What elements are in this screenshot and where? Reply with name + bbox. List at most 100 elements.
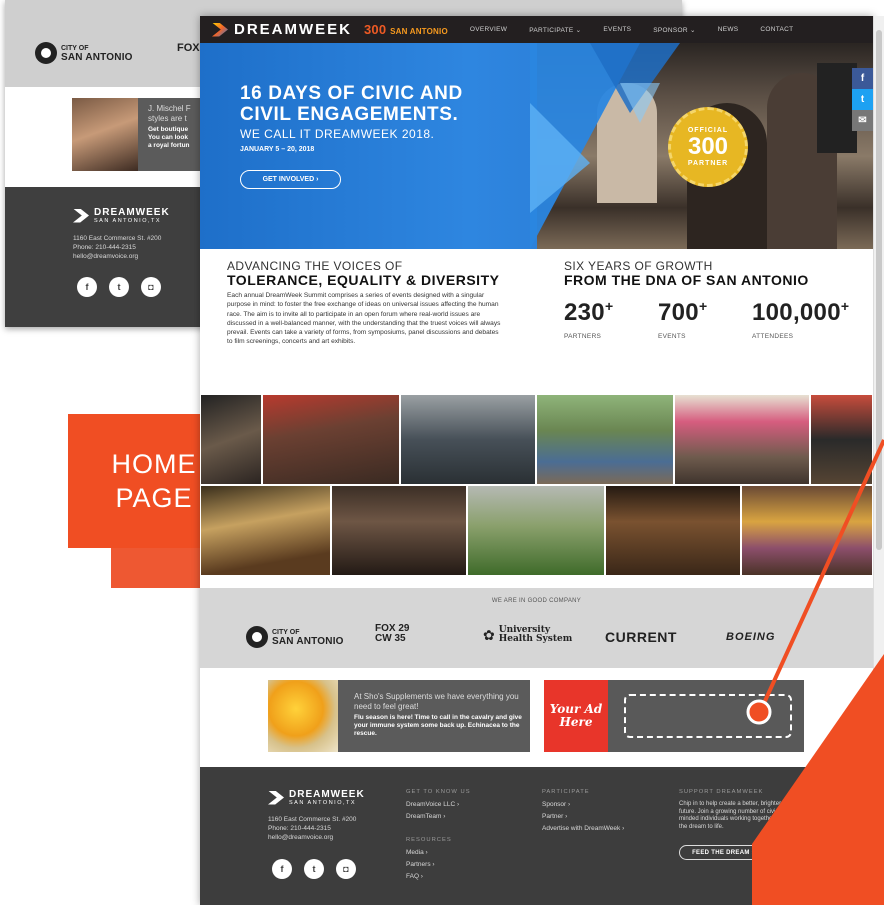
stat-attendees: 100,000+ ATTENDEES (752, 298, 849, 340)
event-photo[interactable] (605, 485, 741, 576)
dreamweek-chevron-icon (73, 208, 89, 223)
boeing-logo[interactable]: BOEING (726, 631, 775, 643)
footer-brand-sub: SAN ANTONIO,TX (289, 800, 357, 806)
official-partner-badge: OFFICIAL 300 PARTNER (668, 107, 748, 187)
your-ad-here-label: Your Ad Here (544, 680, 608, 752)
bg-email[interactable]: hello@dreamvoice.org (73, 252, 161, 261)
bg-city-logo-line2: SAN ANTONIO (61, 52, 133, 63)
footer-social-icons: f t ◘ (272, 859, 356, 879)
bg-phone: Phone: 210-444-2315 (73, 244, 136, 251)
hero-title-line2: CIVIL ENGAGEMENTS. (240, 104, 459, 125)
partner-logo-text: Health System (498, 634, 573, 644)
stat-value: 230 (564, 299, 605, 326)
footer-contact: 1160 East Commerce St. #200 Phone: 210-4… (268, 815, 356, 842)
nav-item-contact[interactable]: CONTACT (760, 26, 793, 34)
nav-item-sponsor[interactable]: SPONSOR ⌄ (653, 26, 695, 34)
footer-link[interactable]: Media › (406, 847, 471, 859)
supplements-ad-image (268, 680, 338, 752)
stat-plus: + (840, 298, 850, 314)
event-photo[interactable] (467, 485, 605, 576)
dreamweek-chevron-icon (212, 22, 228, 37)
instagram-icon[interactable]: ◘ (141, 277, 161, 297)
nav-menu: OVERVIEW PARTICIPATE ⌄ EVENTS SPONSOR ⌄ … (470, 26, 794, 34)
stat-events: 700+ EVENTS (658, 298, 707, 340)
label-line1: HOME (111, 449, 197, 479)
sa-300-text: SAN ANTONIO (390, 27, 448, 36)
sa-300-num: 300 (364, 22, 387, 37)
event-photo[interactable] (810, 394, 873, 485)
share-bar: f t ✉ (852, 68, 873, 131)
nav-brand: DREAMWEEK (234, 21, 352, 38)
stat-partners: 230+ PARTNERS (564, 298, 613, 340)
growth-heading-small: SIX YEARS OF GROWTH (564, 259, 713, 273)
shos-supplements-ad[interactable]: At Sho's Supplements we have everything … (268, 680, 530, 752)
about-heading-small: ADVANCING THE VOICES OF (227, 259, 403, 273)
footer-logo[interactable]: DREAMWEEK SAN ANTONIO,TX (268, 789, 365, 806)
hero-title: 16 DAYS OF CIVIC AND CIVIL ENGAGEMENTS. (240, 83, 463, 125)
event-photo[interactable] (331, 485, 467, 576)
bg-footer-logo: DREAMWEEK SAN ANTONIO,TX (73, 207, 170, 224)
facebook-share-icon[interactable]: f (852, 68, 873, 89)
facebook-icon[interactable]: f (77, 277, 97, 297)
stat-label: PARTNERS (564, 333, 602, 340)
badge-bottom: PARTNER (687, 160, 729, 167)
twitter-share-icon[interactable]: t (852, 89, 873, 110)
footer-link[interactable]: Partner › (542, 811, 624, 823)
event-photo[interactable] (536, 394, 674, 485)
bg-fox-logo: FOX (177, 42, 200, 54)
fox29-cw35-logo[interactable]: FOX 29 CW 35 (375, 624, 409, 644)
bg-footer-brand: DREAMWEEK (94, 207, 170, 218)
footer-phone: Phone: 210-444-2315 (268, 825, 331, 832)
city-of-san-antonio-logo[interactable]: CITY OF SAN ANTONIO (246, 626, 344, 648)
footer-link[interactable]: Advertise with DreamWeek › (542, 823, 624, 835)
event-photo[interactable] (400, 394, 536, 485)
san-antonio-300-logo: 300 SAN ANTONIO (364, 22, 448, 37)
stat-label: EVENTS (658, 333, 686, 340)
growth-heading-bold: FROM THE DNA OF SAN ANTONIO (564, 272, 809, 288)
event-photo[interactable] (674, 394, 810, 485)
university-health-logo[interactable]: ✿ University Health System (483, 626, 572, 644)
facebook-icon[interactable]: f (272, 859, 292, 879)
footer-email[interactable]: hello@dreamvoice.org (268, 833, 356, 842)
top-nav: DREAMWEEK 300 SAN ANTONIO OVERVIEW PARTI… (200, 16, 873, 43)
footer-col-heading: GET TO KNOW US (406, 789, 471, 795)
twitter-icon[interactable]: t (109, 277, 129, 297)
event-photo[interactable] (200, 394, 262, 485)
nav-item-news[interactable]: NEWS (718, 26, 739, 34)
footer-link[interactable]: Partners › (406, 859, 471, 871)
partner-logo-text: SAN ANTONIO (272, 636, 344, 647)
about-heading-bold: TOLERANCE, EQUALITY & DIVERSITY (227, 272, 500, 288)
ad1-bold-text: Flu season is here! Time to call in the … (354, 714, 522, 737)
badge-num: 300 (687, 133, 729, 160)
city-seal-icon (35, 42, 57, 64)
flower-icon: ✿ (483, 626, 495, 643)
scrollbar-thumb[interactable] (876, 30, 882, 550)
ad1-text: At Sho's Supplements we have everything … (354, 692, 519, 711)
footer-link[interactable]: Sponsor › (542, 799, 624, 811)
hero-subtitle: WE CALL IT DREAMWEEK 2018. (240, 127, 435, 141)
twitter-icon[interactable]: t (304, 859, 324, 879)
event-photo[interactable] (200, 485, 331, 576)
footer-link[interactable]: FAQ › (406, 871, 471, 883)
bg-social-icons: f t ◘ (77, 277, 161, 297)
get-involved-button[interactable]: GET INVOLVED › (240, 170, 341, 189)
bg-ad-bold: Get boutique You can look a royal fortun (148, 126, 190, 149)
footer-link[interactable]: DreamVoice LLC › (406, 799, 471, 811)
partner-logo-text: CW 35 (375, 633, 406, 644)
nav-item-participate[interactable]: PARTICIPATE ⌄ (529, 26, 581, 34)
stat-plus: + (698, 298, 708, 314)
footer-link[interactable]: DreamTeam › (406, 811, 471, 823)
nav-item-events[interactable]: EVENTS (603, 26, 631, 34)
event-photo[interactable] (262, 394, 400, 485)
bg-city-logo: CITY OF SAN ANTONIO (35, 42, 133, 64)
bg-footer-contact: 1160 East Commerce St. #200 Phone: 210-4… (73, 234, 161, 261)
event-photo[interactable] (741, 485, 873, 576)
bg-ad-photo (72, 98, 138, 171)
footer-col-heading: PARTICIPATE (542, 789, 590, 795)
email-share-icon[interactable]: ✉ (852, 110, 873, 131)
dreamweek-logo[interactable]: DREAMWEEK (212, 21, 352, 38)
nav-item-overview[interactable]: OVERVIEW (470, 26, 507, 34)
footer-col-heading: RESOURCES (406, 837, 452, 843)
instagram-icon[interactable]: ◘ (336, 859, 356, 879)
current-logo[interactable]: CURRENT (605, 629, 677, 645)
